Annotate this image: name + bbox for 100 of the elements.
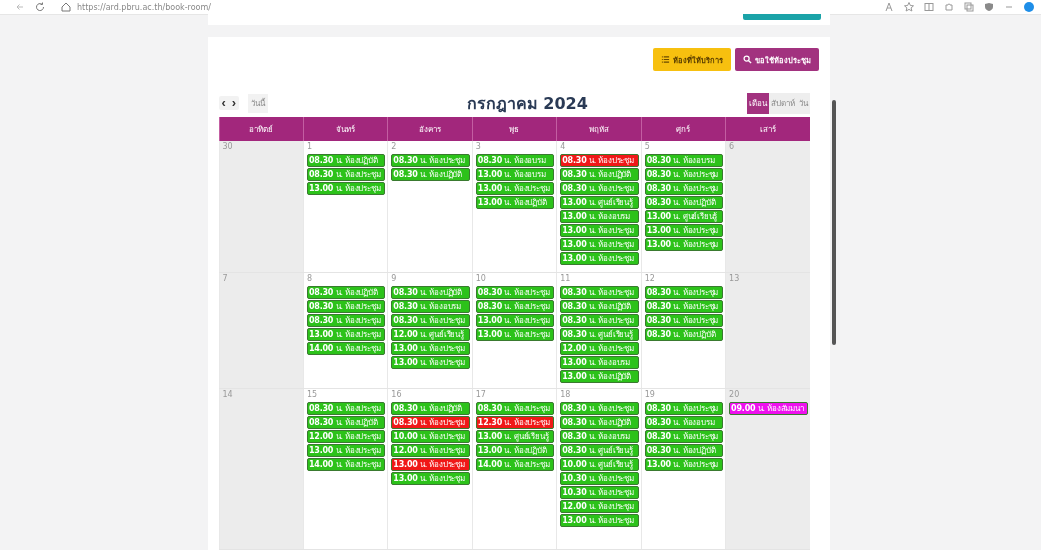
star-icon[interactable]	[903, 1, 915, 13]
event-label[interactable]: 08.30 น. ห้องประชุม	[391, 416, 470, 429]
event-label[interactable]: 12.00 น. ห้องประชุม	[391, 444, 470, 457]
event-label[interactable]: 08.30 น. ห้องปฏิบัติ	[391, 286, 470, 299]
day-number: 12	[644, 274, 656, 285]
event-label[interactable]: 08.30 น. ห้องประชุม	[560, 402, 639, 415]
event-label[interactable]: 12.00 น. ห้องประชุม	[560, 500, 639, 513]
event-label[interactable]: 13.00 น. ห้องปฏิบัติ	[475, 444, 555, 457]
event-label[interactable]: 08.30 น. ห้องปฏิบัติ	[560, 300, 639, 313]
event-label[interactable]: 12.00 น. ศูนย์เรียนรู้	[391, 328, 470, 341]
event-label[interactable]: 08.30 น. ห้องอบรม	[644, 154, 724, 167]
view-tab[interactable]: สัปดาห์	[768, 92, 797, 114]
event-label[interactable]: 13.00 น. ห้องประชุม	[306, 444, 386, 457]
event-label[interactable]: 14.00 น. ห้องประชุม	[306, 342, 386, 355]
day-number: 5	[644, 142, 651, 153]
event-label[interactable]: 08.30 น. ห้องประชุม	[560, 314, 639, 327]
event-label[interactable]: 13.00 น. ห้องประชุม	[560, 238, 639, 251]
event-label[interactable]: 10.30 น. ห้องประชุม	[560, 486, 639, 499]
day-number: 20	[729, 390, 741, 401]
profile-icon[interactable]	[1023, 1, 1035, 13]
event-label[interactable]: 08.30 น. ห้องปฏิบัติ	[560, 168, 639, 181]
event-label[interactable]: 08.30 น. ห้องประชุม	[391, 154, 470, 167]
url-text[interactable]: https://ard.pbru.ac.th/book-room/	[77, 2, 211, 12]
event-label[interactable]: 08.30 น. ห้องประชุม	[644, 402, 724, 415]
event-label[interactable]: 08.30 น. ห้องประชุม	[306, 168, 386, 181]
today-button[interactable]: วันนี้	[248, 93, 269, 113]
event-label[interactable]: 13.00 น. ห้องอบรม	[560, 210, 639, 223]
event-label[interactable]: 08.30 น. ห้องประชุม	[560, 182, 639, 195]
event-label[interactable]: 08.30 น. ห้องประชุม	[644, 182, 724, 195]
event-label[interactable]: 08.30 น. ห้องประชุม	[475, 300, 555, 313]
event-label[interactable]: 13.00 น. ห้องประชุม	[391, 472, 470, 485]
refresh-icon[interactable]	[34, 1, 46, 13]
event-label[interactable]: 08.30 น. ศูนย์เรียนรู้	[560, 444, 639, 457]
event-label[interactable]: 13.00 น. ห้องประชุม	[475, 314, 555, 327]
event-label[interactable]: 10.00 น. ศูนย์เรียนรู้	[560, 458, 639, 471]
event-label[interactable]: 08.30 น. ห้องปฏิบัติ	[306, 416, 386, 429]
event-label[interactable]: 13.00 น. ห้องประชุม	[644, 224, 724, 237]
font-icon[interactable]	[883, 1, 895, 13]
home-icon[interactable]	[60, 1, 72, 13]
event-label[interactable]: 09.00 น. ห้องสัมมนา	[729, 402, 808, 415]
event-label[interactable]: 08.30 น. ห้องประชุม	[644, 286, 724, 299]
event-label[interactable]: 08.30 น. ห้องประชุม	[644, 168, 724, 181]
event-label[interactable]: 12.30 น. ห้องประชุม	[475, 416, 555, 429]
next-button[interactable]: ›	[228, 96, 240, 110]
event-label[interactable]: 08.30 น. ห้องปฏิบัติ	[306, 154, 386, 167]
collections-icon[interactable]	[963, 1, 975, 13]
event-label[interactable]: 13.00 น. ห้องประชุม	[560, 514, 639, 527]
event-label[interactable]: 13.00 น. ศูนย์เรียนรู้	[475, 430, 555, 443]
event-label[interactable]: 08.30 น. ศูนย์เรียนรู้	[560, 328, 639, 341]
event-label[interactable]: 08.30 น. ห้องปฏิบัติ	[391, 168, 470, 181]
event-label[interactable]: 08.30 น. ห้องประชุม	[644, 430, 724, 443]
event-label[interactable]: 08.30 น. ห้องปฏิบัติ	[560, 416, 639, 429]
event-label[interactable]: 13.00 น. ห้องปฏิบัติ	[560, 370, 639, 383]
event-label[interactable]: 13.00 น. ห้องประชุม	[644, 458, 724, 471]
event-label[interactable]: 13.00 น. ห้องอบรม	[560, 356, 639, 369]
event-label[interactable]: 14.00 น. ห้องประชุม	[306, 458, 386, 471]
event-label[interactable]: 08.30 น. ห้องปฏิบัติ	[644, 444, 724, 457]
event-label[interactable]: 14.00 น. ห้องประชุม	[475, 458, 555, 471]
weekday-label: พฤหัส	[556, 117, 641, 141]
event-label[interactable]: 13.00 น. ศูนย์เรียนรู้	[644, 210, 724, 223]
event-label[interactable]: 08.30 น. ห้องอบรม	[391, 300, 470, 313]
event-label[interactable]: 13.00 น. ห้องประชุม	[391, 458, 470, 471]
event-label[interactable]: 13.00 น. ห้องประชุม	[391, 356, 470, 369]
event-label[interactable]: 08.30 น. ห้องประชุม	[560, 286, 639, 299]
event-label[interactable]: 08.30 น. ห้องประชุม	[644, 300, 724, 313]
view-tab[interactable]: เดือน	[746, 92, 769, 114]
event-label[interactable]: 13.00 น. ห้องประชุม	[475, 328, 555, 341]
event-label[interactable]: 13.00 น. ห้องประชุม	[560, 252, 639, 265]
event-label[interactable]: 08.30 น. ห้องประชุม	[475, 286, 555, 299]
event-label[interactable]: 08.30 น. ห้องประชุม	[391, 314, 470, 327]
event-label[interactable]: 13.00 น. ห้องปฏิบัติ	[475, 196, 555, 209]
event-label[interactable]: 08.30 น. ห้องปฏิบัติ	[391, 402, 470, 415]
split-screen-icon[interactable]	[923, 1, 935, 13]
event-label[interactable]: 08.30 น. ห้องประชุม	[560, 154, 639, 167]
event-label[interactable]: 13.00 น. ห้องประชุม	[306, 328, 386, 341]
event-label[interactable]: 13.00 น. ห้องประชุม	[475, 182, 555, 195]
previous-button[interactable]: ‹	[218, 96, 229, 110]
event-label[interactable]: 08.30 น. ห้องอบรม	[475, 154, 555, 167]
event-label[interactable]: 08.30 น. ห้องประชุม	[306, 314, 386, 327]
event-label[interactable]: 12.00 น. ห้องประชุม	[306, 430, 386, 443]
event-label[interactable]: 10.00 น. ห้องประชุม	[391, 430, 470, 443]
event-label[interactable]: 08.30 น. ห้องอบรม	[644, 416, 724, 429]
event-label[interactable]: 08.30 น. ห้องปฏิบัติ	[644, 328, 724, 341]
event-label[interactable]: 10.30 น. ห้องประชุม	[560, 472, 639, 485]
event-label[interactable]: 08.30 น. ห้องประชุม	[644, 314, 724, 327]
shield-icon[interactable]	[983, 1, 995, 13]
event-label[interactable]: 12.00 น. ห้องประชุม	[560, 342, 639, 355]
event-label[interactable]: 08.30 น. ห้องประชุม	[306, 402, 386, 415]
event-label[interactable]: 08.30 น. ห้องปฏิบัติ	[306, 286, 386, 299]
event-label[interactable]: 13.00 น. ห้องประชุม	[306, 182, 386, 195]
day-number: 30	[222, 142, 234, 153]
event-label[interactable]: 13.00 น. ห้องประชุม	[391, 342, 470, 355]
event-label[interactable]: 13.00 น. ห้องประชุม	[644, 238, 724, 251]
event-label[interactable]: 13.00 น. ศูนย์เรียนรู้	[560, 196, 639, 209]
event-label[interactable]: 08.30 น. ห้องปฏิบัติ	[644, 196, 724, 209]
event-label[interactable]: 08.30 น. ห้องอบรม	[560, 430, 639, 443]
event-label[interactable]: 13.00 น. ห้องอบรม	[475, 168, 555, 181]
event-label[interactable]: 08.30 น. ห้องประชุม	[475, 402, 555, 415]
event-label[interactable]: 08.30 น. ห้องประชุม	[306, 300, 386, 313]
event-label[interactable]: 13.00 น. ห้องประชุม	[560, 224, 639, 237]
